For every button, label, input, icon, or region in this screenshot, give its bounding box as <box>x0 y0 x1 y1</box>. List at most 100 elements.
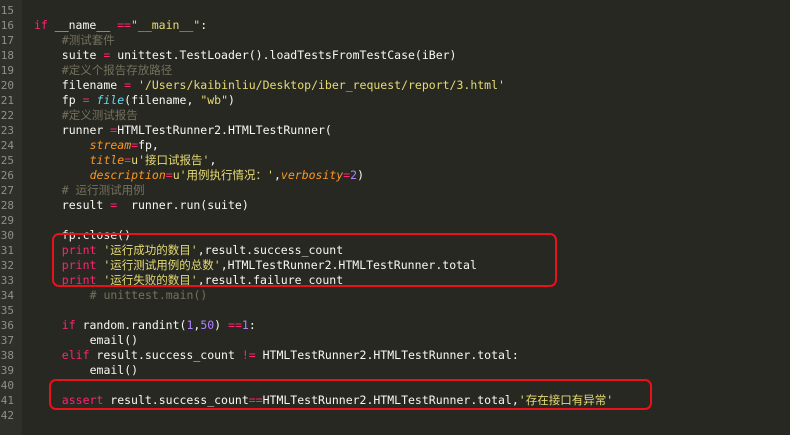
code-token: stream <box>89 138 132 152</box>
code-token: : <box>200 18 208 32</box>
code-token: unittest.TestLoader().loadTestsFromTestC… <box>110 48 457 62</box>
line-number: 19 <box>0 64 14 77</box>
line-code: #测试套件 <box>62 33 115 48</box>
line-code: runner =HTMLTestRunner2.HTMLTestRunner( <box>62 123 332 138</box>
code-line: 36 if random.randint(1,50) ==1: <box>0 318 790 333</box>
code-token: ) <box>228 93 235 107</box>
line-number: 33 <box>0 274 14 287</box>
line-code: if __name__ =="__main__": <box>34 18 207 33</box>
line-code: email() <box>90 363 138 378</box>
line-number: 23 <box>0 124 14 137</box>
code-token: = <box>82 93 90 107</box>
line-number: 36 <box>0 319 14 332</box>
code-token: HTMLTestRunner2.HTMLTestRunner.total: <box>255 348 519 362</box>
code-line: 18 suite = unittest.TestLoader().loadTest… <box>0 48 790 63</box>
line-number: 40 <box>0 379 14 392</box>
code-token: # unittest.main() <box>89 288 208 302</box>
code-token: HTMLTestRunner2.HTMLTestRunner( <box>117 123 332 137</box>
line-number: 30 <box>0 229 14 242</box>
line-code: title=u'接口试报告', <box>90 153 217 168</box>
line-code: filename = '/Users/kaibinliu/Desktop/ibe… <box>62 78 505 93</box>
code-token: u'用例执行情况：' <box>172 168 274 182</box>
code-token: == <box>228 318 242 332</box>
line-code: description=u'用例执行情况：',verbosity=2) <box>90 168 364 183</box>
line-code: fp = file(filename, "wb") <box>62 93 235 108</box>
code-token: u'接口试报告' <box>131 153 210 167</box>
code-token: random.randint( <box>75 318 187 332</box>
line-code: # 运行测试用例 <box>62 183 145 198</box>
code-token: == <box>117 18 131 32</box>
code-token: result.success_count <box>89 348 242 362</box>
code-token: file <box>96 93 125 107</box>
line-number: 41 <box>0 394 14 407</box>
code-token: __name__ <box>47 18 118 32</box>
code-token: filename <box>61 78 125 92</box>
line-number: 37 <box>0 334 14 347</box>
code-token: 50 <box>200 318 215 332</box>
code-token: runner.run(suite) <box>117 198 249 212</box>
line-code: #定义测试报告 <box>62 108 138 123</box>
code-line: 28 result = runner.run(suite) <box>0 198 790 213</box>
code-line: 35 <box>0 303 790 318</box>
code-token: runner <box>61 123 111 137</box>
code-token: = <box>124 78 132 92</box>
code-line: 26 description=u'用例执行情况：',verbosity=2) <box>0 168 790 183</box>
code-line: 37 email() <box>0 333 790 348</box>
line-number: 26 <box>0 169 14 182</box>
code-token: suite <box>61 48 104 62</box>
line-number: 39 <box>0 364 14 377</box>
code-token: if <box>61 318 76 332</box>
code-line: 15 <box>0 3 790 18</box>
line-number: 31 <box>0 244 14 257</box>
highlight-box-assert-statement <box>49 379 652 410</box>
code-line: 23 runner =HTMLTestRunner2.HTMLTestRunner… <box>0 123 790 138</box>
line-number: 21 <box>0 94 14 107</box>
code-token: '/Users/kaibinliu/Desktop/iber_request/r… <box>137 78 505 92</box>
code-token: email() <box>89 363 139 377</box>
code-token: email() <box>89 333 139 347</box>
line-number: 27 <box>0 184 14 197</box>
highlight-box-print-statements <box>52 233 557 287</box>
line-code: stream=fp, <box>90 138 159 153</box>
code-token: description <box>89 168 166 182</box>
code-line: 24 stream=fp, <box>0 138 790 153</box>
code-token: #定义测试报告 <box>61 108 138 122</box>
code-token: != <box>241 348 256 362</box>
code-line: 16 if __name__ =="__main__": <box>0 18 790 33</box>
code-line: 17 #测试套件 <box>0 33 790 48</box>
code-token: 1 <box>241 318 249 332</box>
code-token: elif <box>61 348 90 362</box>
code-token: "__main__" <box>130 18 201 32</box>
code-line: 22 #定义测试报告 <box>0 108 790 123</box>
line-number: 16 <box>0 19 14 32</box>
code-editor[interactable]: 15 16 if __name__ =="__main__": 17 #测试套件 18 su… <box>0 0 790 435</box>
code-token: title <box>89 153 125 167</box>
code-line: 21 fp = file(filename, "wb") <box>0 93 790 108</box>
code-token: #定义个报告存放路径 <box>61 63 173 77</box>
line-number: 18 <box>0 49 14 62</box>
code-line: 34 # unittest.main() <box>0 288 790 303</box>
line-code: suite = unittest.TestLoader().loadTestsF… <box>62 48 457 63</box>
code-token: , <box>209 153 217 167</box>
code-line: 19 #定义个报告存放路径 <box>0 63 790 78</box>
code-line: 38 elif result.success_count != HTMLTestR… <box>0 348 790 363</box>
code-token: # 运行测试用例 <box>61 183 145 197</box>
line-code: elif result.success_count != HTMLTestRun… <box>62 348 519 363</box>
code-token: ) <box>357 168 365 182</box>
code-token: (filename, <box>124 93 201 107</box>
code-token: = <box>165 168 173 182</box>
line-number: 20 <box>0 79 14 92</box>
code-token: verbosity <box>280 168 344 182</box>
code-token: , <box>273 168 281 182</box>
code-line: 25 title=u'接口试报告', <box>0 153 790 168</box>
line-code: if random.randint(1,50) ==1: <box>62 318 256 333</box>
code-token: result <box>61 198 111 212</box>
line-number: 22 <box>0 109 14 122</box>
code-token: if <box>34 18 48 32</box>
code-token: fp <box>61 93 83 107</box>
line-number: 15 <box>0 4 14 17</box>
code-token: : <box>248 318 256 332</box>
code-token: fp, <box>138 138 159 152</box>
line-number: 24 <box>0 139 14 152</box>
